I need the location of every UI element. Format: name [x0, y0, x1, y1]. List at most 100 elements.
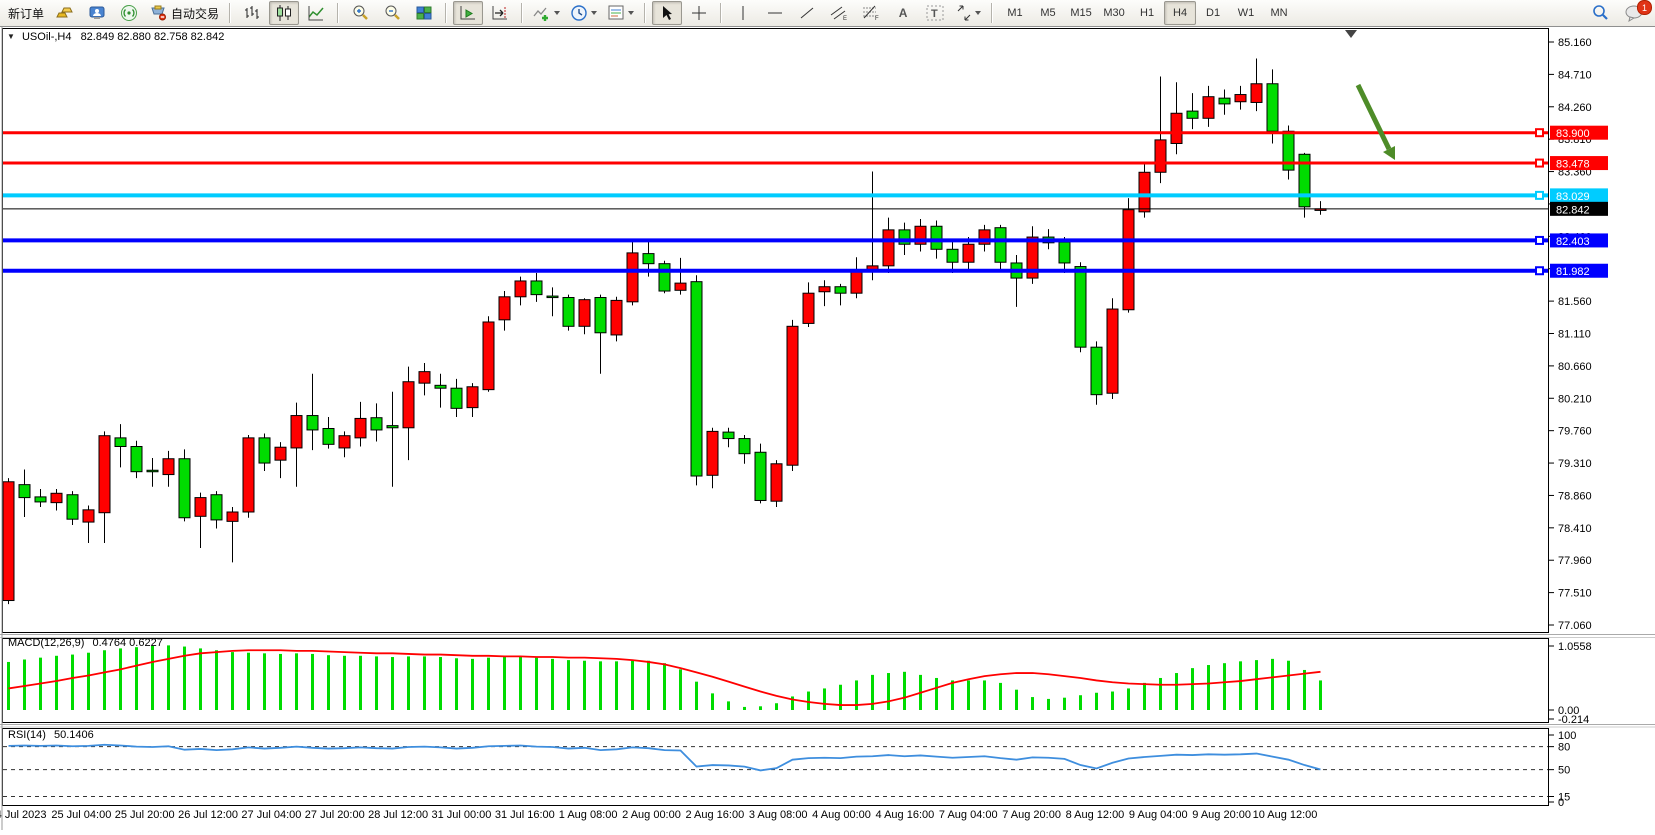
timeframe-button-D1[interactable]: D1 — [1197, 1, 1229, 25]
candle-body — [51, 493, 62, 502]
time-axis-label: 26 Jul 12:00 — [178, 809, 238, 821]
chart-canvas[interactable]: 85.16084.71084.26083.81083.36082.91082.4… — [0, 0, 1655, 835]
timeframe-button-M1[interactable]: M1 — [999, 1, 1031, 25]
price-tick-label: 81.560 — [1558, 296, 1592, 308]
candle-body — [1075, 267, 1086, 348]
candle-body — [595, 298, 606, 333]
candle-body — [611, 300, 622, 335]
auto-trading-icon — [150, 5, 168, 21]
timeframe-button-MN[interactable]: MN — [1263, 1, 1295, 25]
equidistant-channel-tool-icon[interactable]: E — [824, 1, 854, 25]
chart-title[interactable]: ▼ USOil-,H4 82.849 82.880 82.758 82.842 — [7, 31, 224, 43]
label-tool-icon[interactable]: T — [920, 1, 950, 25]
vertical-line-tool-icon[interactable] — [728, 1, 758, 25]
dropdown-caret — [554, 11, 560, 15]
collapse-triangle-icon[interactable]: ▼ — [7, 32, 15, 41]
candle-body — [675, 283, 686, 290]
candle-body — [499, 297, 510, 320]
toolbar-separator — [337, 3, 339, 23]
candle-body — [819, 287, 830, 292]
auto-trading-button[interactable]: 自动交易 — [146, 1, 223, 25]
candle-body — [1187, 111, 1198, 118]
dropdown-caret — [628, 11, 634, 15]
rsi-axis-label: 50 — [1558, 765, 1570, 777]
candle-body — [1219, 98, 1230, 104]
rsi-pane[interactable] — [3, 729, 1549, 806]
main-chart-pane[interactable] — [3, 29, 1549, 633]
candle-body — [35, 497, 46, 502]
candle-body — [131, 446, 142, 471]
search-icon[interactable] — [1585, 1, 1615, 25]
chat-icon[interactable]: 1 — [1617, 1, 1651, 25]
zoom-out-icon[interactable] — [377, 1, 407, 25]
time-axis-label: 10 Aug 12:00 — [1253, 809, 1318, 821]
candle-body — [723, 432, 734, 438]
periods-button[interactable] — [566, 1, 601, 25]
timeframe-button-M5[interactable]: M5 — [1032, 1, 1064, 25]
candle-body — [403, 382, 414, 428]
level-marker[interactable] — [1536, 267, 1543, 274]
text-tool-icon[interactable]: A — [888, 1, 918, 25]
toolbar-separator — [644, 3, 646, 23]
price-tick-label: 80.210 — [1558, 393, 1592, 405]
cursor-tool-icon[interactable] — [652, 1, 682, 25]
candle-body — [1139, 172, 1150, 212]
community-icon[interactable] — [82, 1, 112, 25]
price-badge-label: 82.403 — [1556, 236, 1590, 248]
indicators-button[interactable] — [529, 1, 564, 25]
candle-body — [179, 459, 190, 518]
zoom-in-icon[interactable] — [345, 1, 375, 25]
candle-body — [275, 447, 286, 460]
candle-body — [451, 388, 462, 408]
line-chart-type-icon[interactable] — [301, 1, 331, 25]
candle-body — [1107, 309, 1118, 393]
time-axis-label: 24 Jul 2023 — [0, 809, 46, 821]
timeframe-button-M30[interactable]: M30 — [1098, 1, 1130, 25]
dropdown-caret — [975, 11, 981, 15]
price-tick-label: 77.960 — [1558, 555, 1592, 567]
candle-body — [851, 272, 862, 294]
level-marker[interactable] — [1536, 160, 1543, 167]
signals-icon[interactable] — [114, 1, 144, 25]
price-tick-label: 79.310 — [1558, 458, 1592, 470]
main-toolbar: 新订单 自动交易 — [0, 0, 1655, 27]
timeframe-button-H1[interactable]: H1 — [1131, 1, 1163, 25]
trendline-tool-icon[interactable] — [792, 1, 822, 25]
candle-body — [1203, 97, 1214, 119]
fibonacci-tool-icon[interactable]: F — [856, 1, 886, 25]
candle-body — [435, 385, 446, 388]
level-marker[interactable] — [1536, 192, 1543, 199]
candle-body — [307, 416, 318, 430]
level-marker[interactable] — [1536, 129, 1543, 136]
price-tick-label: 77.060 — [1558, 620, 1592, 632]
time-axis-label: 27 Jul 04:00 — [241, 809, 301, 821]
price-badge-label: 83.478 — [1556, 159, 1590, 171]
svg-text:E: E — [843, 16, 847, 21]
crosshair-tool-icon[interactable] — [684, 1, 714, 25]
candle-body — [387, 426, 398, 428]
horizontal-line-tool-icon[interactable] — [760, 1, 790, 25]
price-tick-label: 77.510 — [1558, 588, 1592, 600]
gold-ingot-icon[interactable] — [50, 1, 80, 25]
level-marker[interactable] — [1536, 237, 1543, 244]
candlestick-chart-type-icon[interactable] — [269, 1, 299, 25]
price-tick-label: 78.860 — [1558, 490, 1592, 502]
auto-scroll-icon[interactable] — [453, 1, 483, 25]
chart-shift-icon[interactable] — [485, 1, 515, 25]
timeframe-button-H4[interactable]: H4 — [1164, 1, 1196, 25]
timeframe-button-W1[interactable]: W1 — [1230, 1, 1262, 25]
timeframe-button-M15[interactable]: M15 — [1065, 1, 1097, 25]
price-tick-label: 79.760 — [1558, 426, 1592, 438]
candle-body — [371, 418, 382, 430]
arrows-tool-icon — [956, 5, 972, 21]
rsi-indicator-label: RSI(14) 50.1406 — [8, 729, 94, 741]
candle-body — [291, 416, 302, 448]
candle-body — [163, 459, 174, 475]
new-order-button[interactable]: 新订单 — [4, 1, 48, 25]
tile-windows-icon[interactable] — [409, 1, 439, 25]
bar-chart-type-icon[interactable] — [237, 1, 267, 25]
time-axis-label: 7 Aug 04:00 — [939, 809, 998, 821]
templates-button[interactable] — [603, 1, 638, 25]
time-axis-label: 25 Jul 20:00 — [115, 809, 175, 821]
arrows-tool-button[interactable] — [952, 1, 985, 25]
